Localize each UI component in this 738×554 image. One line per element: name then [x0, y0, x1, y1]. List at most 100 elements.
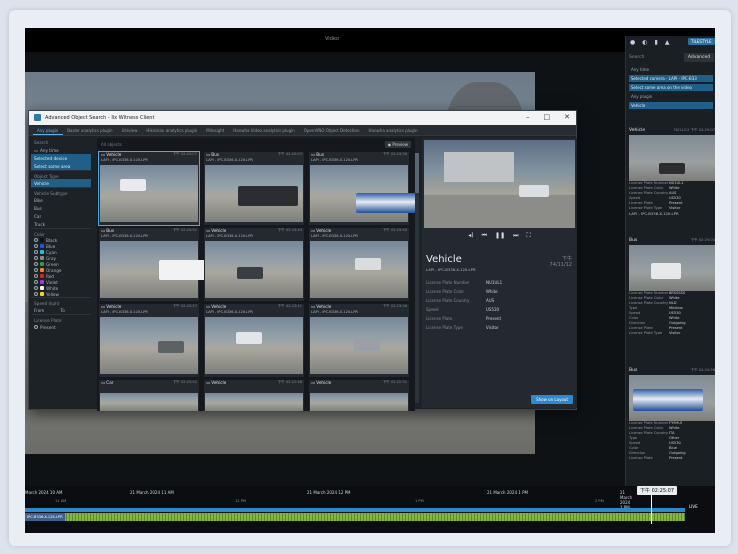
tab-plugin[interactable]: OpenVINO Object Detection [300, 125, 365, 135]
speed-from-input[interactable]: From [34, 308, 44, 313]
tile-time: 下午 02:23:41 [277, 304, 302, 308]
dialog-titlebar[interactable]: Advanced Object Search - Ilx Witness Cli… [29, 111, 576, 125]
preview-toggle[interactable]: ◉ Preview [384, 140, 411, 148]
result-tile[interactable]: ▭ Vehicle 下午 02:25:07 LAPI - IPC-B336-X-12… [98, 151, 200, 226]
tile-camera: LAPI - IPC-B336-X-12II-LPR [311, 234, 358, 238]
pause-icon[interactable]: ❚❚ [495, 232, 505, 242]
preview-image[interactable] [424, 140, 575, 228]
speed-header[interactable]: Speed (kph) [31, 297, 91, 306]
color-label: Orange [46, 267, 62, 273]
filter-area[interactable]: Select some area on the video [629, 84, 713, 91]
tab-plugin[interactable]: Hanwha analytics plugin [365, 125, 423, 135]
speed-to-input[interactable]: To [60, 308, 64, 313]
filter-area[interactable]: Select some area [31, 162, 91, 170]
live-button[interactable]: LIVE [689, 504, 698, 509]
tile-thumbnail [310, 317, 408, 374]
color-label: Yellow [46, 291, 59, 297]
timeline-cursor[interactable] [651, 494, 652, 524]
tile-vehicle [237, 267, 263, 279]
tile-thumbnail [310, 241, 408, 298]
result-tile[interactable]: ▭ Bus 下午 02:25:03 LAPI - IPC-B336-X-12II-L… [204, 152, 304, 225]
filter-camera[interactable]: Selected camera - LAPI - IPC-B33 [629, 75, 713, 82]
filter-camera[interactable]: Selected device [31, 154, 91, 162]
advanced-button[interactable]: Advanced [684, 53, 714, 62]
license-present-option[interactable]: Present [31, 323, 91, 331]
fullscreen-icon[interactable]: ⛶ [527, 232, 531, 242]
preview-attributes: License Plate Number NU1UL1 License Plate… [426, 280, 572, 334]
object-type-vehicle[interactable]: Vehicle [31, 179, 91, 187]
subtype-car[interactable]: Car [31, 212, 91, 220]
result-tile[interactable]: ▭ Vehicle 下午 02:23:41 LAPI - IPC-B336-X-12… [204, 304, 304, 377]
grid-scrollbar[interactable] [415, 153, 419, 403]
recording-track[interactable] [25, 513, 685, 521]
color-header[interactable]: Color [31, 228, 91, 237]
card-thumbnail [629, 375, 715, 421]
skip-back-icon[interactable]: ⏮ [482, 232, 487, 242]
tile-time: 下午 02:24:40 [382, 228, 407, 232]
tab-plugin[interactable]: Hikvision analytics plugin [142, 125, 202, 135]
filter-object[interactable]: Vehicle [629, 102, 713, 109]
filter-time[interactable]: Any time [629, 66, 713, 73]
minimize-icon[interactable]: – [526, 113, 530, 121]
tile-type: ▭ Vehicle [311, 380, 331, 386]
speed-range[interactable]: From To [31, 306, 91, 314]
right-card-1[interactable]: Vehicle 76/11/12 下午 02:25:07 License Plat… [629, 128, 715, 217]
result-tile[interactable]: ▭ Vehicle 下午 02:23:57 LAPI - IPC-B336-X-12… [99, 304, 199, 377]
objects-tab[interactable]: TILESTYLE [688, 38, 715, 45]
tile-camera: LAPI - IPC-B336-X-12II-LPR [206, 234, 253, 238]
subtype-truck[interactable]: Truck [31, 220, 91, 228]
skip-forward-icon[interactable]: ⏭ [513, 232, 518, 242]
tile-type-label: Vehicle [211, 380, 227, 385]
volume-icon[interactable]: ◂) [468, 232, 473, 242]
attr-key: License Plate Type [426, 325, 463, 330]
timeline[interactable]: March 2024 10 AM 21 March 2024 11 AM 21 … [25, 486, 715, 533]
tile-camera [99, 386, 199, 391]
result-tile[interactable]: ▭ Vehicle 下午 02:24:44 LAPI - IPC-B336-X-12… [204, 228, 304, 301]
bell-icon[interactable]: ● [630, 39, 635, 46]
right-card-2[interactable]: Bus 下午 02:25:03 License Plate Number 8RSSS… [629, 238, 715, 336]
attr-key: License Plate Number [426, 280, 470, 285]
filter-search-input[interactable]: Search [31, 138, 91, 146]
preview-timestamp: 下午 74/11/12 [550, 255, 572, 268]
subtype-bus[interactable]: Bus [31, 204, 91, 212]
tile-time: 下午 02:24:58 [382, 152, 407, 156]
tab-plugin[interactable]: Hanwha Video analytics plugin [229, 125, 300, 135]
right-card-3[interactable]: Bus 下午 02:24:58 License Plate Number FY9HU… [629, 368, 715, 461]
right-search-input[interactable]: Search [629, 53, 679, 62]
filter-time[interactable]: ▭ Any time [31, 146, 91, 154]
tab-any-plugin[interactable]: Any plugin [33, 125, 64, 135]
result-tile[interactable]: ▭ Vehicle 下午 02:24:40 LAPI - IPC-B336-X-12… [309, 228, 409, 301]
license-plate-header[interactable]: License Plate [31, 314, 91, 323]
result-tile[interactable]: ▭ Vehicle 下午 02:22:48 [204, 380, 304, 411]
attr-value: Visitor [486, 325, 499, 330]
timeline-tick: 12 PM [235, 499, 246, 503]
motion-icon[interactable]: ◐ [642, 39, 647, 46]
result-tile[interactable]: ▭ Vehicle 下午 02:22:31 [309, 380, 409, 411]
event-icon[interactable]: ▲ [665, 39, 670, 46]
bookmark-icon[interactable]: ▮ [655, 39, 658, 46]
filter-plugin[interactable]: Any plugin [629, 93, 713, 100]
result-tile[interactable]: ▭ Bus 下午 02:24:58 LAPI - IPC-B336-X-12II-L… [309, 152, 416, 225]
tab-plugin[interactable]: Basler analytics plugin [63, 125, 117, 135]
timeline-track[interactable] [25, 508, 685, 512]
tile-type-label: Car [106, 380, 114, 385]
scrollbar-thumb[interactable] [415, 153, 419, 193]
vehicle-subtype-header[interactable]: Vehicle Subtype [31, 187, 91, 196]
preview-camera: LAPI - IPC-B336-X-12II-LPR [426, 267, 476, 272]
tile-type-label: Vehicle [106, 304, 122, 309]
tab-plugin[interactable]: Uniview [118, 125, 143, 135]
tile-thumbnail [100, 165, 198, 222]
show-on-layout-button[interactable]: Show on Layout [531, 395, 573, 404]
result-tile[interactable]: ▭ Vehicle 下午 02:23:30 LAPI - IPC-B336-X-12… [309, 304, 409, 377]
color-swatch [40, 280, 44, 284]
close-icon[interactable]: ✕ [564, 113, 570, 121]
subtype-bike[interactable]: Bike [31, 196, 91, 204]
object-type-header[interactable]: Object Type [31, 170, 91, 179]
timeline-date: 21 March 2024 12 PM [307, 490, 351, 495]
tab-plugin[interactable]: Milesight [202, 125, 229, 135]
result-tile[interactable]: ▭ Car 下午 02:23:02 [99, 380, 199, 411]
attr-key: License Plate [629, 456, 653, 460]
result-tile[interactable]: ▭ Bus 下午 02:24:51 LAPI - IPC-B336-X-12II-L… [99, 228, 219, 301]
advanced-search-dialog: Advanced Object Search - Ilx Witness Cli… [28, 110, 577, 411]
maximize-icon[interactable]: □ [544, 113, 551, 121]
